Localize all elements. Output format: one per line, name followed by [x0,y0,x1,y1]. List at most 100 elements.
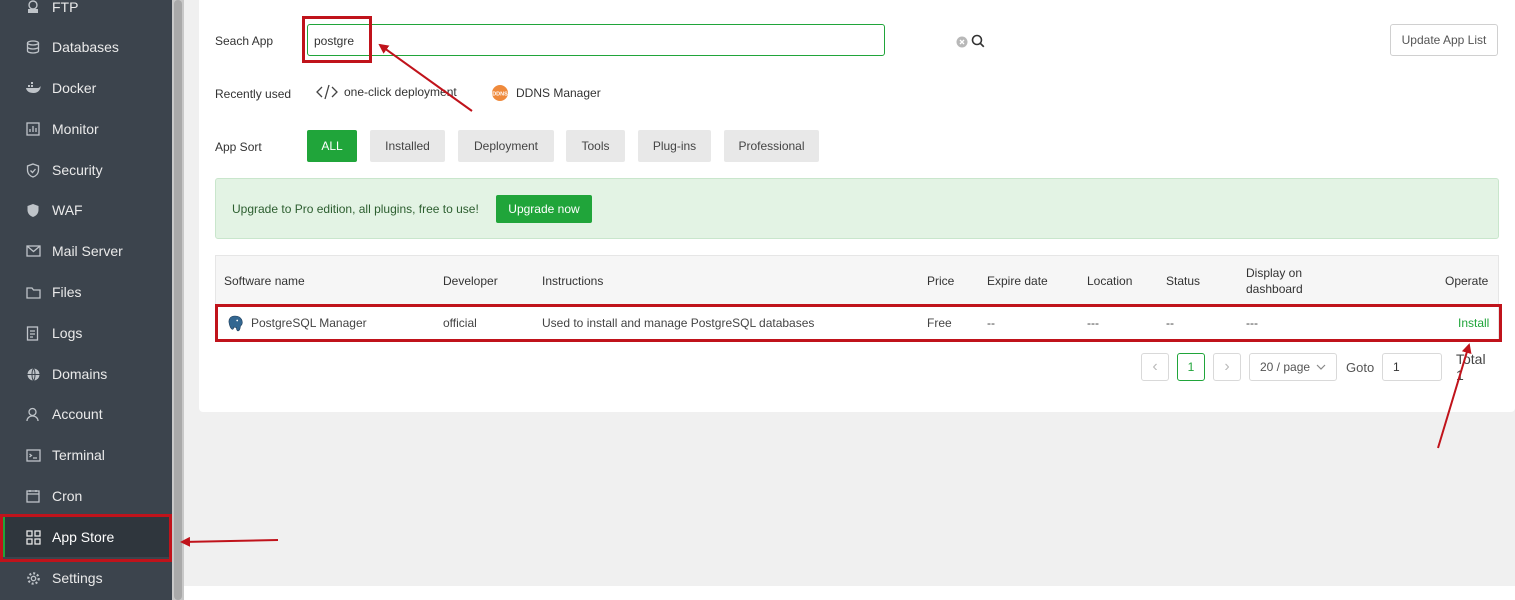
sidebar-item-domains[interactable]: Domains [0,354,172,394]
search-box[interactable] [307,24,985,56]
sidebar-item-label: Domains [52,366,108,382]
clear-icon[interactable] [956,35,968,53]
col-software-name[interactable]: Software name [224,256,305,306]
sidebar-item-waf[interactable]: WAF [0,190,172,230]
page-size-select[interactable]: 20 / page [1249,353,1337,381]
cell-location: --- [1087,316,1099,330]
software-name-text: PostgreSQL Manager [251,316,367,330]
next-page-button[interactable]: › [1213,353,1241,381]
ddns-icon: DDNS [491,84,509,102]
recently-used-label: Recently used [215,87,292,101]
recent-item-one-click-deployment[interactable]: one-click deployment [316,84,457,100]
upgrade-banner: Upgrade to Pro edition, all plugins, fre… [215,178,1499,239]
sort-all-button[interactable]: ALL [307,130,357,162]
sort-plugins-button[interactable]: Plug-ins [638,130,711,162]
upgrade-now-button[interactable]: Upgrade now [496,195,592,223]
cell-status: -- [1166,316,1174,330]
monitor-icon [25,121,41,137]
col-price[interactable]: Price [927,256,954,306]
cell-developer: official [443,316,477,330]
sidebar-item-logs[interactable]: Logs [0,313,172,353]
sidebar-item-label: App Store [52,529,115,545]
search-icon[interactable] [971,34,985,53]
col-operate: Operate [1445,274,1489,288]
svg-text:DDNS: DDNS [492,92,508,98]
sidebar-item-label: Security [52,162,103,178]
search-label: Seach App [215,34,274,48]
user-icon [25,406,41,422]
col-display-line1: Display on [1246,266,1303,280]
col-developer[interactable]: Developer [443,256,498,306]
cell-instructions: Used to install and manage PostgreSQL da… [542,316,815,330]
globe-icon [25,366,41,382]
page-1-button[interactable]: 1 [1177,353,1205,381]
col-expire-date[interactable]: Expire date [987,256,1048,306]
sidebar-item-label: FTP [52,0,79,15]
recent-item-label: DDNS Manager [516,86,601,100]
calendar-icon [25,488,41,504]
sidebar-item-app-store[interactable]: App Store [0,517,172,557]
search-input[interactable] [314,31,834,51]
scrollbar-thumb[interactable] [174,0,182,600]
sidebar-item-label: Mail Server [52,243,123,259]
app-table: Software name Developer Instructions Pri… [215,255,1499,341]
install-link[interactable]: Install [1458,306,1489,340]
goto-input[interactable] [1393,360,1441,374]
cell-display-on-dashboard: --- [1246,316,1258,330]
docker-icon [25,80,41,96]
page-size-value: 20 / page [1260,360,1311,374]
app-store-panel: Seach App Update App List Recently used … [199,0,1515,412]
footer-strip [184,586,1515,600]
prev-page-button[interactable]: ‹ [1141,353,1169,381]
sort-deployment-button[interactable]: Deployment [458,130,554,162]
sidebar-item-label: Docker [52,80,97,96]
sidebar-item-label: Logs [52,325,83,341]
sidebar-item-label: Settings [52,570,103,586]
sidebar-item-files[interactable]: Files [0,272,172,312]
recent-item-ddns-manager[interactable]: DDNS DDNS Manager [491,84,601,102]
recent-item-label: one-click deployment [344,85,457,99]
gear-icon [25,570,41,586]
cell-expire-date: -- [987,316,995,330]
sidebar-item-account[interactable]: Account [0,394,172,434]
sidebar-item-ftp[interactable]: FTP [0,0,172,27]
sidebar-item-label: Databases [52,39,119,55]
col-location[interactable]: Location [1087,256,1132,306]
sidebar-item-label: Files [52,284,82,300]
sidebar-item-terminal[interactable]: Terminal [0,435,172,475]
col-display-on-dashboard[interactable]: Display on dashboard [1246,256,1303,306]
sidebar-item-label: Monitor [52,121,99,137]
ftp-icon [25,0,41,15]
sidebar-item-label: WAF [52,202,83,218]
waf-shield-icon [25,202,41,218]
goto-field[interactable] [1382,353,1442,381]
upgrade-banner-text: Upgrade to Pro edition, all plugins, fre… [232,202,479,216]
col-status[interactable]: Status [1166,256,1200,306]
sort-tools-button[interactable]: Tools [566,130,625,162]
sort-installed-button[interactable]: Installed [370,130,445,162]
terminal-icon [25,447,41,463]
sidebar-scrollbar[interactable] [172,0,184,600]
sidebar-item-label: Account [52,406,103,422]
sidebar-item-databases[interactable]: Databases [0,27,172,67]
update-app-list-button[interactable]: Update App List [1390,24,1498,56]
logs-icon [25,325,41,341]
mail-icon [25,243,41,259]
goto-label: Goto [1346,359,1375,375]
sidebar-item-security[interactable]: Security [0,150,172,190]
sidebar-item-settings[interactable]: Settings [0,558,172,598]
chevron-down-icon [1316,364,1326,370]
cell-price: Free [927,316,952,330]
sidebar-item-docker[interactable]: Docker [0,68,172,108]
sidebar-item-mail-server[interactable]: Mail Server [0,231,172,271]
sidebar-item-cron[interactable]: Cron [0,476,172,516]
total-count: Total 1 [1456,351,1486,383]
shield-icon [25,162,41,178]
cell-software-name[interactable]: PostgreSQL Manager [227,306,367,340]
table-row[interactable]: PostgreSQL Manager official Used to inst… [216,306,1498,340]
col-display-line2: dashboard [1246,282,1303,296]
postgresql-elephant-icon [227,315,243,332]
sidebar-item-monitor[interactable]: Monitor [0,109,172,149]
sort-professional-button[interactable]: Professional [724,130,819,162]
col-instructions[interactable]: Instructions [542,256,603,306]
